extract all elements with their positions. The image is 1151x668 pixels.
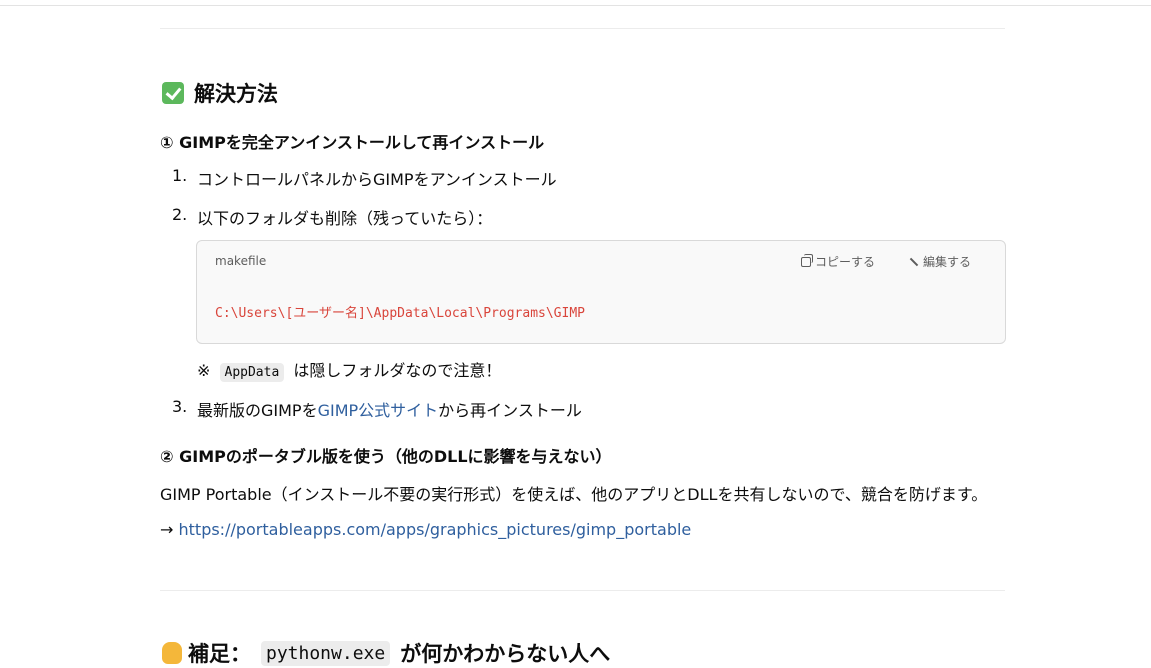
subheading-portable: ② GIMPのポータブル版を使う（他のDLLに影響を与えない） <box>160 447 612 466</box>
heading-text-post: が何かわからない人へ <box>400 642 611 666</box>
check-mark-icon <box>162 82 184 104</box>
hidden-folder-note: ※ AppData は隠しフォルダなので注意！ <box>197 357 502 382</box>
arrow-icon: → <box>160 520 174 539</box>
list-number: 3. <box>172 397 188 416</box>
list-item-text: コントロールパネルからGIMPをアンインストール <box>197 170 557 189</box>
code-block: makefile コピーする 編集する C:\Users\[ユーザー名]\App… <box>196 240 1006 344</box>
list-item-text: 最新版のGIMPをGIMP公式サイトから再インストール <box>197 397 582 421</box>
code-language-label: makefile <box>215 254 267 268</box>
pencil-icon <box>909 257 919 266</box>
code-content: C:\Users\[ユーザー名]\AppData\Local\Programs\… <box>215 306 585 321</box>
section-heading-text: 解決方法 <box>194 82 278 106</box>
copy-button[interactable]: コピーする <box>800 253 875 270</box>
gimp-portable-link[interactable]: https://portableapps.com/apps/graphics_p… <box>179 520 692 539</box>
inline-code-pythonw: pythonw.exe <box>261 640 391 666</box>
list-item: 2. 以下のフォルダも削除（残っていたら）： <box>172 205 492 229</box>
list-item-text: 以下のフォルダも削除（残っていたら）： <box>197 209 493 228</box>
section-heading-solution: 解決方法 <box>162 78 278 108</box>
edit-button[interactable]: 編集する <box>909 253 971 270</box>
note-text: は隠しフォルダなので注意！ <box>293 361 502 380</box>
copy-button-label: コピーする <box>814 255 875 269</box>
copy-icon <box>800 253 813 267</box>
note-prefix: ※ <box>197 361 211 380</box>
list-number: 2. <box>172 205 188 224</box>
heading-text-pre: 補足： <box>188 642 251 666</box>
inline-code-appdata: AppData <box>219 363 285 382</box>
list-item: 3. 最新版のGIMPをGIMP公式サイトから再インストール <box>172 397 582 421</box>
edit-button-label: 編集する <box>922 255 971 269</box>
subheading-reinstall: ① GIMPを完全アンインストールして再インストール <box>160 133 545 152</box>
portable-description: GIMP Portable（インストール不要の実行形式）を使えば、他のアプリとD… <box>160 485 988 504</box>
section-divider <box>160 590 1005 591</box>
section-divider <box>160 28 1005 29</box>
list-item: 1. コントロールパネルからGIMPをアンインストール <box>172 166 557 190</box>
list-item-text-post: から再インストール <box>438 401 582 420</box>
portable-link-line: → https://portableapps.com/apps/graphics… <box>160 520 691 539</box>
gimp-official-site-link[interactable]: GIMP公式サイト <box>318 401 439 420</box>
list-item-text-pre: 最新版のGIMPを <box>197 401 318 420</box>
code-actions: コピーする 編集する <box>800 253 971 270</box>
list-number: 1. <box>172 166 188 185</box>
top-divider <box>0 5 1151 6</box>
section-heading-supplement: 補足： pythonw.exe が何かわからない人へ <box>162 638 610 668</box>
